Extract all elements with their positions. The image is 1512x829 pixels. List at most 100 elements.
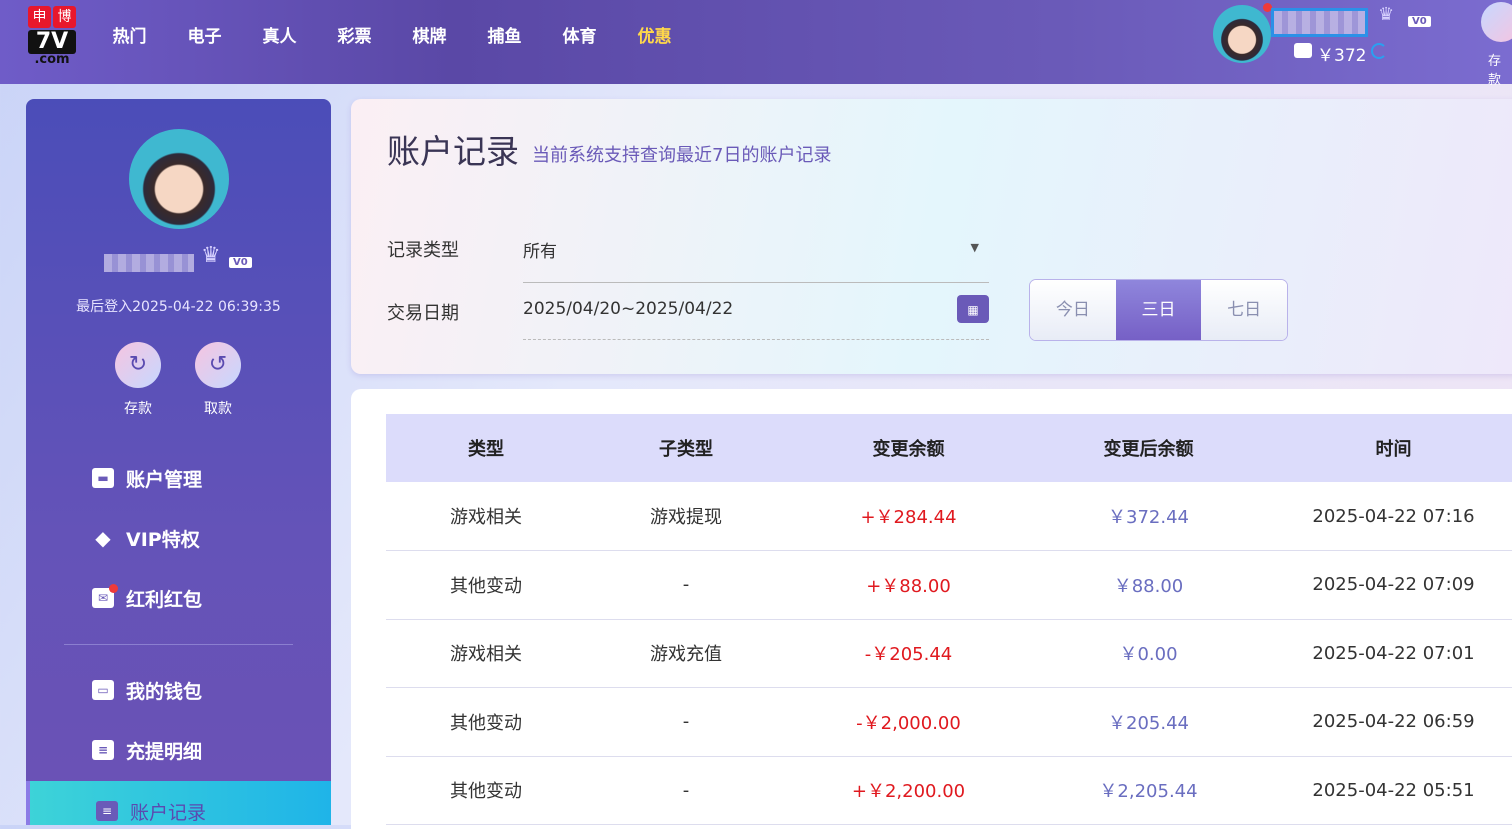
clipboard-icon: ≡: [96, 801, 118, 821]
vip-badge: V0: [1408, 16, 1431, 27]
wallet-icon: ▭: [92, 680, 114, 700]
withdraw-button[interactable]: ↺ 取款: [195, 342, 241, 418]
sidebar-item-label: 红利红包: [126, 588, 203, 611]
sidebar-item-label: 账户记录: [130, 801, 207, 824]
last-login: 最后登入2025-04-22 06:39:35: [76, 299, 281, 315]
range-seven-days[interactable]: 七日: [1201, 280, 1287, 340]
col-subtype: 子类型: [586, 414, 786, 482]
table-row: 其他变动 - -￥2,000.00 ￥205.44 2025-04-22 06:59: [386, 687, 1512, 757]
cell-balance-after: ￥205.44: [1031, 687, 1266, 757]
cell-change: +￥284.44: [786, 482, 1031, 551]
date-label: 交易日期: [387, 303, 459, 324]
nav-promotions[interactable]: 优惠: [617, 22, 692, 47]
sidebar-item-bonus[interactable]: ✉ 红利红包: [26, 568, 331, 628]
profile-username-blurred: [104, 254, 194, 272]
nav-slots[interactable]: 电子: [167, 22, 242, 47]
cell-change: -￥205.44: [786, 619, 1031, 688]
sidebar-item-label: 我的钱包: [126, 680, 203, 703]
document-icon: ≡: [92, 740, 114, 760]
header-deposit-label[interactable]: 存款: [1488, 50, 1512, 88]
nav-cards[interactable]: 棋牌: [392, 22, 467, 47]
table-row: 游戏相关 游戏提现 +￥284.44 ￥372.44 2025-04-22 07:16: [386, 482, 1512, 551]
nav-fishing[interactable]: 捕鱼: [467, 22, 542, 47]
logo-com: .com: [34, 52, 70, 67]
logo-char: 博: [53, 6, 76, 28]
page-title: 账户记录: [387, 132, 519, 171]
withdraw-label: 取款: [204, 401, 232, 417]
refresh-icon[interactable]: [1371, 43, 1387, 59]
profile-avatar[interactable]: [129, 129, 229, 229]
cell-balance-after: ￥372.44: [1031, 482, 1266, 551]
cell-subtype: 游戏充值: [586, 619, 786, 688]
cell-balance-after: ￥88.00: [1031, 550, 1266, 620]
sidebar-item-transactions[interactable]: ≡ 充提明细: [26, 720, 331, 780]
cell-type: 游戏相关: [386, 619, 586, 688]
nav-hot[interactable]: 热门: [92, 22, 167, 47]
table-row: 游戏相关 游戏充值 -￥205.44 ￥0.00 2025-04-22 07:01: [386, 619, 1512, 688]
date-range-value: 2025/04/20~2025/04/22: [523, 299, 734, 319]
cell-time: 2025-04-22 06:59: [1266, 687, 1512, 757]
cell-balance-after: ￥0.00: [1031, 619, 1266, 688]
chevron-down-icon: ▼: [970, 241, 979, 254]
nav-live[interactable]: 真人: [242, 22, 317, 47]
records-panel: 类型 子类型 变更余额 变更后余额 时间 游戏相关 游戏提现 +￥284.44 ￥37…: [351, 389, 1512, 829]
notification-dot: [109, 584, 118, 593]
cell-subtype: -: [586, 756, 786, 825]
record-type-label: 记录类型: [387, 240, 459, 261]
nav-sports[interactable]: 体育: [542, 22, 617, 47]
card-icon: ▬: [92, 468, 114, 488]
calendar-icon[interactable]: ▦: [957, 295, 989, 323]
cell-type: 游戏相关: [386, 482, 586, 551]
cell-subtype: -: [586, 550, 786, 620]
header-avatar[interactable]: [1213, 5, 1271, 63]
vip-badge: V0: [229, 257, 252, 268]
crown-icon: ♛: [201, 243, 221, 268]
cell-change: -￥2,000.00: [786, 687, 1031, 757]
main-nav: 热门 电子 真人 彩票 棋牌 捕鱼 体育 优惠: [92, 22, 692, 47]
withdraw-icon: ↺: [195, 342, 241, 388]
record-type-select[interactable]: 所有 ▼: [523, 237, 989, 283]
col-balance-after: 变更后余额: [1031, 414, 1266, 482]
envelope-icon: ✉: [92, 584, 118, 608]
header-balance: ￥372: [1317, 46, 1367, 66]
table-header: 类型 子类型 变更余额 变更后余额 时间: [386, 414, 1512, 482]
cell-type: 其他变动: [386, 687, 586, 757]
sidebar: ♛ V0 最后登入2025-04-22 06:39:35 ↻ 存款 ↺ 取款 ▬ 账户…: [26, 99, 331, 825]
logo-7v: 7V: [28, 30, 76, 54]
date-range-toggle: 今日 三日 七日: [1029, 279, 1288, 341]
cell-type: 其他变动: [386, 756, 586, 825]
cell-balance-after: ￥2,205.44: [1031, 756, 1266, 825]
nav-lottery[interactable]: 彩票: [317, 22, 392, 47]
wallet-icon: [1294, 43, 1312, 58]
sidebar-item-label: 账户管理: [126, 468, 203, 491]
cell-time: 2025-04-22 05:51: [1266, 756, 1512, 825]
table-row: 其他变动 - +￥2,200.00 ￥2,205.44 2025-04-22 05:51: [386, 756, 1512, 825]
crown-icon: ♛: [1378, 4, 1395, 25]
col-change: 变更余额: [786, 414, 1031, 482]
sidebar-item-account-records[interactable]: ≡ 账户记录: [26, 781, 331, 825]
cell-change: +￥2,200.00: [786, 756, 1031, 825]
deposit-button[interactable]: ↻ 存款: [115, 342, 161, 418]
record-type-value: 所有: [523, 242, 557, 262]
cell-subtype: 游戏提现: [586, 482, 786, 551]
logo[interactable]: 申博 7V .com: [28, 6, 76, 66]
top-bar: 申博 7V .com 热门 电子 真人 彩票 棋牌 捕鱼 体育 优惠 ♛ V0 …: [0, 0, 1512, 88]
logo-char: 申: [28, 6, 51, 28]
cell-change: +￥88.00: [786, 550, 1031, 620]
username-blurred: [1271, 8, 1368, 37]
range-today[interactable]: 今日: [1030, 280, 1116, 340]
page-subtitle: 当前系统支持查询最近7日的账户记录: [532, 145, 832, 166]
col-type: 类型: [386, 414, 586, 482]
divider: [64, 644, 293, 645]
filter-panel: 账户记录 当前系统支持查询最近7日的账户记录 记录类型 所有 ▼ 交易日期 202…: [351, 99, 1512, 374]
records-table: 类型 子类型 变更余额 变更后余额 时间 游戏相关 游戏提现 +￥284.44 ￥37…: [386, 414, 1512, 825]
date-range-input[interactable]: 2025/04/20~2025/04/22 ▦: [523, 295, 989, 340]
sidebar-item-wallet[interactable]: ▭ 我的钱包: [26, 660, 331, 720]
table-row: 其他变动 - +￥88.00 ￥88.00 2025-04-22 07:09: [386, 550, 1512, 620]
diamond-icon: ◆: [95, 526, 111, 550]
range-three-days[interactable]: 三日: [1115, 280, 1202, 340]
cell-type: 其他变动: [386, 550, 586, 620]
deposit-icon[interactable]: [1481, 2, 1512, 42]
sidebar-item-vip[interactable]: ◆ VIP特权: [26, 508, 331, 568]
sidebar-item-account[interactable]: ▬ 账户管理: [26, 448, 331, 508]
